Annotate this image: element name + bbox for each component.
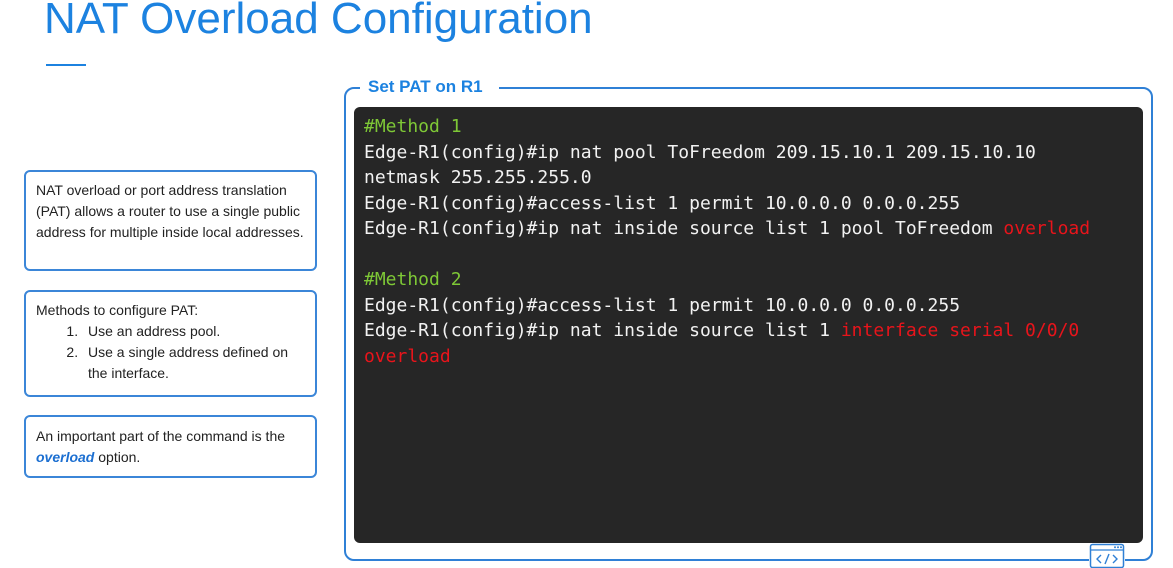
cli-highlight: interface serial 0/0/0 — [840, 320, 1080, 341]
cli-blank-line — [364, 242, 1133, 268]
cli-line: Edge-R1(config)#access-list 1 permit 10.… — [364, 294, 961, 316]
cli-terminal: #Method 1 Edge-R1(config)#ip nat pool ToF… — [354, 107, 1143, 543]
cli-highlight: overload — [1003, 218, 1091, 239]
cli-line: Edge-R1(config)#ip nat inside source lis… — [364, 216, 1133, 242]
cli-line: overload — [364, 345, 451, 367]
note-pat-description-text: NAT overload or port address translation… — [36, 182, 304, 240]
note-pat-methods-intro: Methods to configure PAT: — [36, 302, 199, 318]
note-overload-emphasis: overload — [36, 449, 95, 465]
config-panel-label: Set PAT on R1 — [360, 76, 499, 98]
note-overload-text-after: option. — [94, 449, 141, 465]
code-window-icon — [1089, 543, 1125, 568]
cli-line: Edge-R1(config)#ip nat inside source lis… — [364, 318, 1133, 344]
slide-title: NAT Overload Configuration — [44, 0, 593, 43]
slide: NAT Overload Configuration NAT overload … — [0, 0, 1173, 568]
cli-text: Edge-R1(config)#ip nat inside source lis… — [364, 320, 841, 341]
cli-line: Edge-R1(config)#access-list 1 permit 10.… — [364, 192, 961, 214]
note-pat-methods: Methods to configure PAT: Use an address… — [24, 290, 317, 397]
pat-methods-list: Use an address pool. Use a single addres… — [36, 321, 305, 384]
note-overload-option: An important part of the command is the … — [24, 415, 317, 478]
note-pat-description: NAT overload or port address translation… — [24, 170, 317, 271]
title-underline — [46, 64, 86, 66]
cli-line: netmask 255.255.255.0 — [364, 167, 592, 188]
cli-line: #Method 2 — [364, 269, 462, 290]
note-overload-text-before: An important part of the command is the — [36, 428, 286, 444]
cli-text: Edge-R1(config)#ip nat inside source lis… — [364, 218, 1004, 239]
cli-line: Edge-R1(config)#ip nat pool ToFreedom 20… — [364, 141, 1036, 163]
pat-method-item: Use an address pool. — [82, 321, 305, 342]
cli-line: #Method 1 — [364, 116, 462, 137]
pat-method-item: Use a single address defined on the inte… — [82, 342, 305, 384]
